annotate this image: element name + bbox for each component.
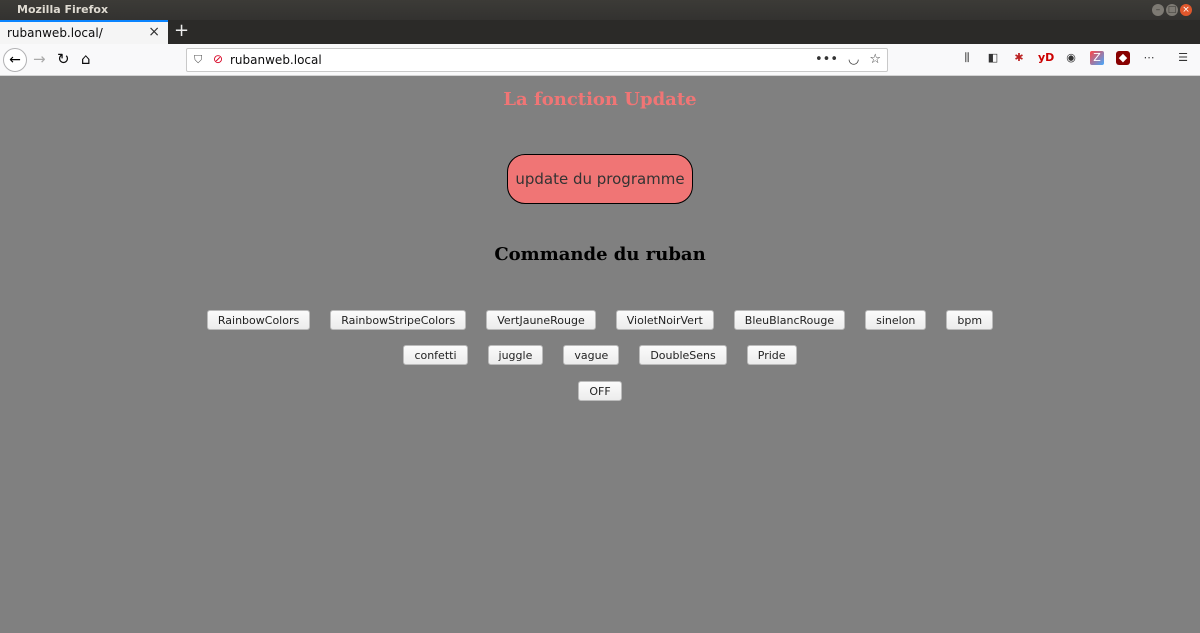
doublesens-button[interactable]: DoubleSens	[639, 345, 727, 365]
page-content: La fonction Update update du programme C…	[0, 76, 1200, 633]
bookmark-star-icon[interactable]: ☆	[869, 52, 881, 67]
tab-strip: rubanweb.local/ × +	[0, 20, 1200, 44]
bpm-button[interactable]: bpm	[946, 310, 994, 330]
tab-rubanweb[interactable]: rubanweb.local/ ×	[0, 20, 168, 44]
reload-icon[interactable]: ↻	[57, 49, 70, 69]
yd-extension-icon[interactable]: yD	[1038, 51, 1054, 65]
command-row-1: RainbowColors RainbowStripeColors VertJa…	[0, 310, 1200, 330]
new-tab-icon[interactable]: +	[174, 20, 189, 42]
sinelon-button[interactable]: sinelon	[865, 310, 927, 330]
overflow-icon[interactable]: ⋯	[1142, 51, 1156, 65]
shield-icon[interactable]: ⛉	[194, 53, 202, 67]
rainbowcolors-button[interactable]: RainbowColors	[206, 310, 311, 330]
url-text[interactable]: rubanweb.local	[230, 53, 322, 67]
home-icon[interactable]: ⌂	[81, 49, 91, 69]
window-controls: – □ ×	[1152, 4, 1192, 16]
tab-close-icon[interactable]: ×	[148, 24, 160, 40]
update-program-button[interactable]: update du programme	[507, 154, 693, 204]
library-icon[interactable]: ⫼	[960, 51, 974, 65]
page-actions-icon[interactable]: •••	[815, 52, 838, 67]
urlbar-actions: ••• ◡ ☆	[815, 52, 881, 67]
vertjaunerouge-button[interactable]: VertJauneRouge	[486, 310, 596, 330]
sidebar-icon[interactable]: ◧	[986, 51, 1000, 65]
juggle-button[interactable]: juggle	[487, 345, 544, 365]
navigation-bar: ← → ↻ ⌂ ⛉ ⊘ rubanweb.local ••• ◡ ☆ ⫼ ◧ ✱…	[0, 44, 1200, 76]
bug-extension-icon[interactable]: ✱	[1012, 51, 1026, 65]
back-arrow-icon[interactable]: ←	[3, 48, 27, 72]
maximize-icon[interactable]: □	[1166, 4, 1178, 16]
bleublancrouge-button[interactable]: BleuBlancRouge	[733, 310, 846, 330]
update-heading: La fonction Update	[503, 89, 697, 110]
pocket-icon[interactable]: ◡	[848, 52, 859, 67]
url-bar[interactable]: ⛉ ⊘ rubanweb.local ••• ◡ ☆	[186, 48, 888, 72]
minimize-icon[interactable]: –	[1152, 4, 1164, 16]
colorful-extension-icon[interactable]: Z	[1090, 51, 1104, 65]
circle-extension-icon[interactable]: ◉	[1064, 51, 1078, 65]
command-row-3: OFF	[0, 381, 1200, 401]
tab-label: rubanweb.local/	[7, 26, 103, 40]
rainbowstripecolors-button[interactable]: RainbowStripeColors	[330, 310, 467, 330]
pride-button[interactable]: Pride	[746, 345, 797, 365]
command-row-2: confetti juggle vague DoubleSens Pride	[0, 345, 1200, 365]
violetnoirvert-button[interactable]: VioletNoirVert	[615, 310, 714, 330]
close-window-icon[interactable]: ×	[1180, 4, 1192, 16]
off-button[interactable]: OFF	[578, 381, 622, 401]
command-heading: Commande du ruban	[494, 244, 706, 265]
insecure-lock-icon[interactable]: ⊘	[213, 52, 223, 66]
toolbar-right: ⫼ ◧ ✱ yD ◉ Z ◆ ⋯ ☰	[960, 51, 1190, 65]
vague-button[interactable]: vague	[563, 345, 620, 365]
window-titlebar: Mozilla Firefox – □ ×	[0, 0, 1200, 20]
ublock-icon[interactable]: ◆	[1116, 51, 1130, 65]
hamburger-menu-icon[interactable]: ☰	[1176, 51, 1190, 65]
forward-arrow-icon[interactable]: →	[33, 49, 46, 69]
window-title: Mozilla Firefox	[17, 3, 109, 16]
confetti-button[interactable]: confetti	[403, 345, 468, 365]
